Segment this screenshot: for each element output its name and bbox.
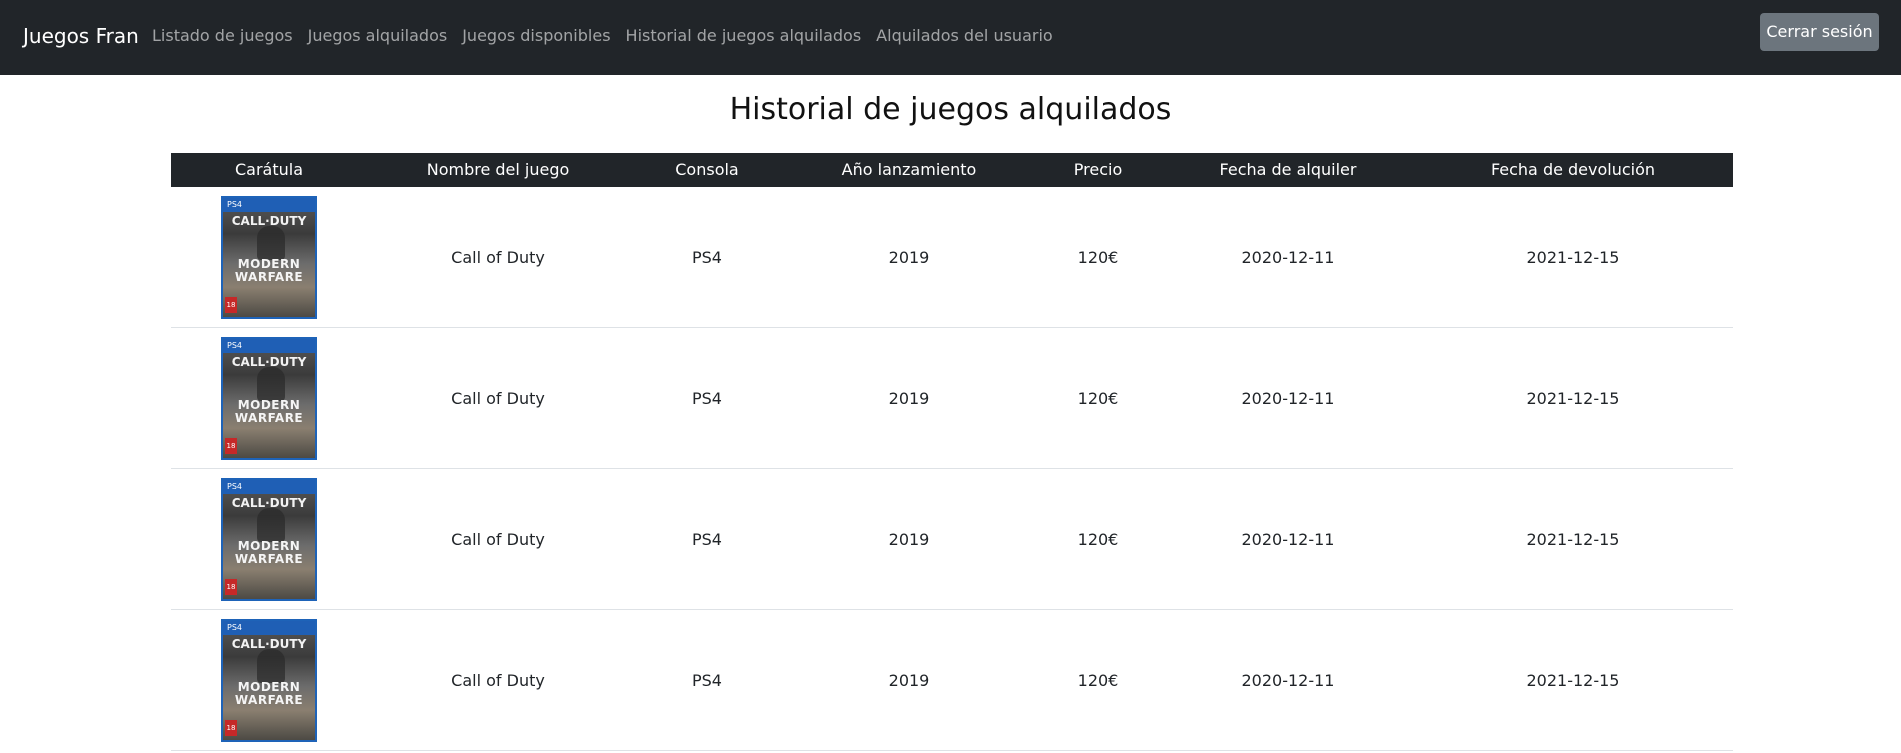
- nav-links: Listado de juegos Juegos alquilados Jueg…: [152, 25, 1053, 47]
- cell-console: PS4: [629, 187, 785, 328]
- cell-price: 120€: [1033, 187, 1163, 328]
- header-fecha-alquiler: Fecha de alquiler: [1163, 153, 1413, 187]
- game-cover-image: PS4 CALL·DUTY MODERN WARFARE 18: [221, 477, 317, 601]
- cell-game-name: Call of Duty: [367, 187, 629, 328]
- cover-soldier-figure: [257, 366, 285, 401]
- header-anio: Año lanzamiento: [785, 153, 1033, 187]
- cover-rating-badge: 18: [225, 578, 237, 595]
- cell-rent-date: 2020-12-11: [1163, 468, 1413, 610]
- cover-soldier-figure: [257, 648, 285, 683]
- header-consola: Consola: [629, 153, 785, 187]
- cell-year: 2019: [785, 327, 1033, 469]
- cover-cell: PS4 CALL·DUTY MODERN WARFARE 18: [171, 468, 367, 610]
- cell-return-date: 2021-12-15: [1413, 187, 1733, 328]
- header-precio: Precio: [1033, 153, 1163, 187]
- cover-platform-label: PS4: [223, 620, 315, 635]
- rental-history-table: Carátula Nombre del juego Consola Año la…: [171, 153, 1733, 751]
- cell-return-date: 2021-12-15: [1413, 327, 1733, 469]
- cover-cell: PS4 CALL·DUTY MODERN WARFARE 18: [171, 609, 367, 751]
- header-fecha-devolucion: Fecha de devolución: [1413, 153, 1733, 187]
- cell-game-name: Call of Duty: [367, 468, 629, 610]
- nav-link-alquilados[interactable]: Juegos alquilados: [308, 25, 448, 47]
- cover-rating-badge: 18: [225, 437, 237, 454]
- cell-game-name: Call of Duty: [367, 327, 629, 469]
- table-row: PS4 CALL·DUTY MODERN WARFARE 18 Call of …: [171, 609, 1733, 751]
- cover-title-line2: MODERN WARFARE: [234, 397, 304, 425]
- cell-price: 120€: [1033, 609, 1163, 751]
- table-row: PS4 CALL·DUTY MODERN WARFARE 18 Call of …: [171, 468, 1733, 610]
- header-nombre: Nombre del juego: [367, 153, 629, 187]
- cover-title-line2: MODERN WARFARE: [234, 256, 304, 284]
- cell-console: PS4: [629, 327, 785, 469]
- cover-title-line2: MODERN WARFARE: [234, 538, 304, 566]
- cell-year: 2019: [785, 468, 1033, 610]
- nav-link-disponibles[interactable]: Juegos disponibles: [462, 25, 610, 47]
- cell-price: 120€: [1033, 468, 1163, 610]
- cover-platform-label: PS4: [223, 197, 315, 212]
- cover-platform-label: PS4: [223, 479, 315, 494]
- cover-rating-badge: 18: [225, 719, 237, 736]
- logout-button[interactable]: Cerrar sesión: [1760, 13, 1879, 51]
- cover-soldier-figure: [257, 507, 285, 542]
- page-title: Historial de juegos alquilados: [729, 92, 1172, 127]
- cover-platform-label: PS4: [223, 338, 315, 353]
- nav-link-alquilados-usuario[interactable]: Alquilados del usuario: [876, 25, 1053, 47]
- cell-price: 120€: [1033, 327, 1163, 469]
- cover-rating-badge: 18: [225, 296, 237, 313]
- nav-link-listado[interactable]: Listado de juegos: [152, 25, 293, 47]
- game-cover-image: PS4 CALL·DUTY MODERN WARFARE 18: [221, 195, 317, 319]
- nav-link-historial[interactable]: Historial de juegos alquilados: [626, 25, 862, 47]
- table-row: PS4 CALL·DUTY MODERN WARFARE 18 Call of …: [171, 187, 1733, 328]
- cell-return-date: 2021-12-15: [1413, 468, 1733, 610]
- header-caratula: Carátula: [171, 153, 367, 187]
- cell-game-name: Call of Duty: [367, 609, 629, 751]
- game-cover-image: PS4 CALL·DUTY MODERN WARFARE 18: [221, 336, 317, 460]
- cell-year: 2019: [785, 187, 1033, 328]
- cell-return-date: 2021-12-15: [1413, 609, 1733, 751]
- cell-rent-date: 2020-12-11: [1163, 327, 1413, 469]
- cover-cell: PS4 CALL·DUTY MODERN WARFARE 18: [171, 327, 367, 469]
- table-row: PS4 CALL·DUTY MODERN WARFARE 18 Call of …: [171, 327, 1733, 469]
- cover-title-line2: MODERN WARFARE: [234, 679, 304, 707]
- navbar-brand[interactable]: Juegos Fran: [23, 23, 139, 49]
- cell-rent-date: 2020-12-11: [1163, 609, 1413, 751]
- navbar: Juegos Fran Listado de juegos Juegos alq…: [0, 0, 1901, 75]
- cell-year: 2019: [785, 609, 1033, 751]
- game-cover-image: PS4 CALL·DUTY MODERN WARFARE 18: [221, 618, 317, 742]
- cover-cell: PS4 CALL·DUTY MODERN WARFARE 18: [171, 187, 367, 328]
- cover-soldier-figure: [257, 225, 285, 260]
- cell-console: PS4: [629, 468, 785, 610]
- cell-console: PS4: [629, 609, 785, 751]
- cell-rent-date: 2020-12-11: [1163, 187, 1413, 328]
- table-header-row: Carátula Nombre del juego Consola Año la…: [171, 153, 1733, 187]
